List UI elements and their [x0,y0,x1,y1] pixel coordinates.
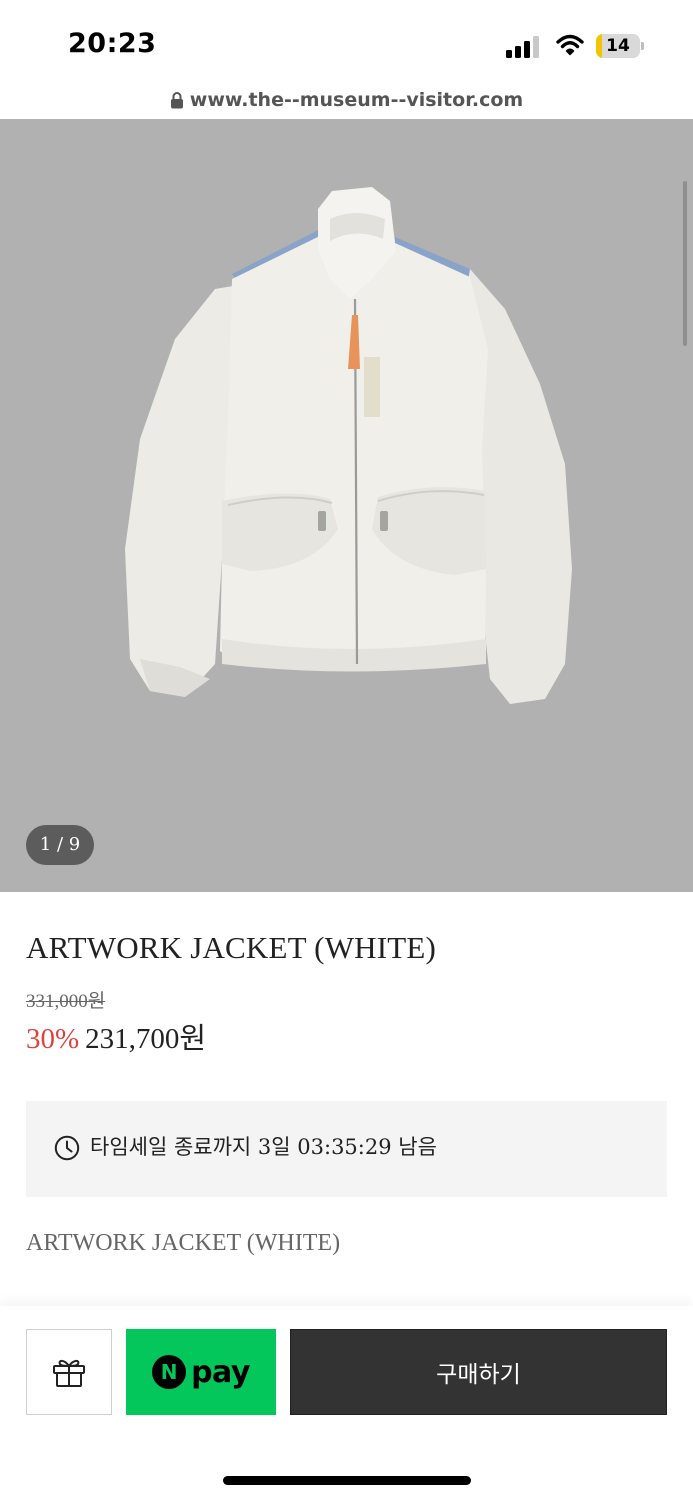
gift-icon [53,1359,85,1387]
product-title: ARTWORK JACKET (WHITE) [26,930,437,965]
signal-icon [506,36,539,58]
naver-pay-logo-badge: N [152,1355,187,1389]
time-sale-countdown: 타임세일 종료까지 3일 03:35:29 남음 [90,1135,437,1159]
address-bar[interactable]: www.the--museum--visitor.com [0,84,693,116]
sale-price: 231,700원 [85,1023,207,1055]
buy-button[interactable]: 구매하기 [290,1329,667,1415]
clock-icon [54,1135,80,1161]
battery-icon: 14 [596,34,644,58]
url-text: www.the--museum--visitor.com [189,89,524,111]
naver-pay-button[interactable]: N pay [126,1329,276,1415]
wifi-icon [556,34,584,56]
lock-icon [170,92,183,109]
description-title: ARTWORK JACKET (WHITE) [26,1230,341,1256]
status-time: 20:23 [68,28,157,59]
purchase-bar: N pay 구매하기 [0,1306,693,1500]
buy-button-label: 구매하기 [436,1362,521,1388]
original-price: 331,000원 [26,991,106,1012]
battery-level: 14 [606,36,630,56]
discount-rate: 30% [26,1023,80,1055]
gallery-scrollbar[interactable] [683,181,687,346]
gift-button[interactable] [26,1329,112,1415]
time-sale-banner: 타임세일 종료까지 3일 03:35:29 남음 [26,1101,667,1197]
home-indicator[interactable] [223,1476,471,1485]
image-page-indicator: 1 / 9 [26,825,94,865]
product-image-gallery[interactable]: 1 / 9 [0,119,693,892]
status-bar: 20:23 14 [0,0,693,82]
naver-pay-label: pay [191,1354,250,1390]
product-image [125,187,572,704]
price-row: 30% 231,700원 [26,1015,206,1057]
